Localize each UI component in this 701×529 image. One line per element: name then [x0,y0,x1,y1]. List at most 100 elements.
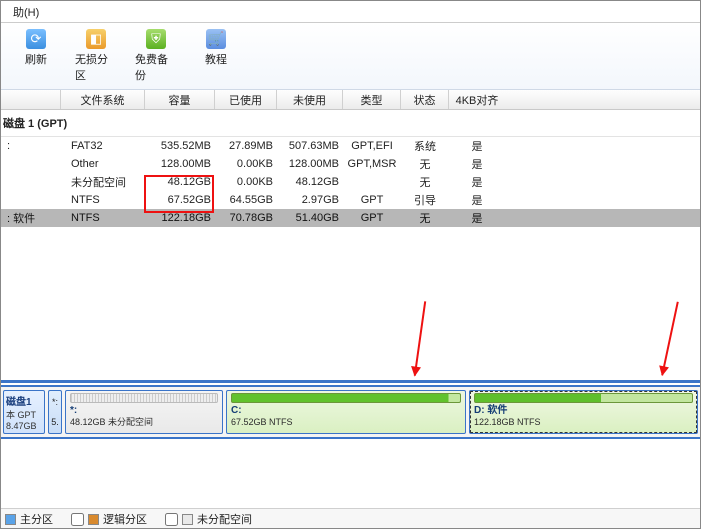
cell-align: 是 [449,137,505,155]
cell-name [1,199,61,201]
partition-tiny-efi[interactable]: *: 5. [48,390,62,434]
tiny-bot: 5. [51,417,59,427]
cell-used: 70.78GB [215,211,277,225]
cell-cap: 535.52MB [145,139,215,153]
cell-cap: 128.00MB [145,157,215,171]
refresh-button[interactable]: ⟳ 刷新 [15,29,57,83]
cell-align: 是 [449,173,505,191]
refresh-label: 刷新 [25,51,47,67]
legend-primary: 主分区 [5,511,53,527]
cell-used: 0.00KB [215,157,277,171]
lossless-label: 无损分区 [75,51,117,83]
col-status[interactable]: 状态 [401,90,449,109]
swatch-primary [5,514,16,525]
col-used[interactable]: 已使用 [215,90,277,109]
cell-used: 27.89MB [215,139,277,153]
cell-free: 51.40GB [277,211,343,225]
cell-free: 48.12GB [277,175,343,189]
cell-status: 引导 [401,191,449,209]
backup-icon: ⛨ [146,29,166,49]
toolbar: ⟳ 刷新 ◧ 无损分区 ⛨ 免费备份 🛒 教程 [1,23,700,90]
legend: 主分区 逻辑分区 未分配空间 [1,508,700,528]
cell-type: GPT,MSR [343,157,401,171]
cell-cap: 48.12GB [145,175,215,189]
cell-type: GPT [343,193,401,207]
legend-logical-check[interactable] [71,513,84,526]
tutorial-icon: 🛒 [206,29,226,49]
cell-name: : [1,139,61,153]
cell-status: 无 [401,173,449,191]
c-title: C: [231,405,461,417]
cell-align: 是 [449,191,505,209]
disk-group-title[interactable]: 磁盘 1 (GPT) [1,110,700,137]
cell-name [1,181,61,183]
cell-free: 128.00MB [277,157,343,171]
col-capacity[interactable]: 容量 [145,90,215,109]
backup-label: 免费备份 [135,51,177,83]
cell-align: 是 [449,209,505,227]
free-backup-button[interactable]: ⛨ 免费备份 [135,29,177,83]
disk-summary-line2: 8.47GB [6,421,42,431]
cell-type: GPT,EFI [343,139,401,153]
partition-table-body: :FAT32535.52MB27.89MB507.63MBGPT,EFI系统是O… [1,137,700,227]
legend-logical: 逻辑分区 [71,511,147,527]
cell-fs: Other [61,157,145,171]
cell-status: 系统 [401,137,449,155]
swatch-logical [88,514,99,525]
menu-help[interactable]: 助(H) [7,4,45,20]
c-bar [231,393,461,403]
tutorial-button[interactable]: 🛒 教程 [195,29,237,83]
cell-name [1,163,61,165]
disk-summary[interactable]: 磁盘1 本 GPT 8.47GB [3,390,45,434]
col-type[interactable]: 类型 [343,90,401,109]
table-row[interactable]: :FAT32535.52MB27.89MB507.63MBGPT,EFI系统是 [1,137,700,155]
cell-cap: 122.18GB [145,211,215,225]
cell-type: GPT [343,211,401,225]
cell-fs: FAT32 [61,139,145,153]
col-align[interactable]: 4KB对齐 [449,90,505,109]
lossless-partition-button[interactable]: ◧ 无损分区 [75,29,117,83]
cell-type [343,181,401,183]
tutorial-label: 教程 [205,51,227,67]
d-title: D: 软件 [474,405,693,417]
disk-summary-name: 磁盘1 [6,393,42,408]
d-bar [474,393,693,403]
d-sub: 122.18GB NTFS [474,417,693,427]
cell-used: 0.00KB [215,175,277,189]
partition-c[interactable]: C: 67.52GB NTFS [226,390,466,434]
disk-map: 磁盘1 本 GPT 8.47GB *: 5. *: 48.12GB 未分配空间 … [1,385,700,439]
table-row[interactable]: NTFS67.52GB64.55GB2.97GBGPT引导是 [1,191,700,209]
diskmap-top-border [1,380,700,383]
partition-d[interactable]: D: 软件 122.18GB NTFS [469,390,698,434]
cell-status: 无 [401,155,449,173]
cell-name: : 软件 [1,209,61,227]
menubar: 助(H) [1,1,700,23]
partition-unallocated[interactable]: *: 48.12GB 未分配空间 [65,390,223,434]
cell-align: 是 [449,155,505,173]
disk-summary-line1: 本 GPT [6,408,42,421]
cell-fs: NTFS [61,211,145,225]
swatch-unalloc [182,514,193,525]
legend-unalloc-check[interactable] [165,513,178,526]
arrow-left [414,301,426,376]
unalloc-title: *: [70,405,218,417]
col-filesystem[interactable]: 文件系统 [61,90,145,109]
cell-fs: 未分配空间 [61,173,145,191]
tiny-top: *: [52,397,58,407]
c-sub: 67.52GB NTFS [231,417,461,427]
cell-free: 507.63MB [277,139,343,153]
unalloc-sub: 48.12GB 未分配空间 [70,417,218,427]
legend-unalloc: 未分配空间 [165,511,252,527]
col-free[interactable]: 未使用 [277,90,343,109]
unalloc-bar [70,393,218,403]
cell-cap: 67.52GB [145,193,215,207]
table-row[interactable]: Other128.00MB0.00KB128.00MBGPT,MSR无是 [1,155,700,173]
cell-fs: NTFS [61,193,145,207]
partition-table-header: 文件系统 容量 已使用 未使用 类型 状态 4KB对齐 [1,90,700,110]
cell-free: 2.97GB [277,193,343,207]
cell-used: 64.55GB [215,193,277,207]
cell-status: 无 [401,209,449,227]
table-row[interactable]: : 软件NTFS122.18GB70.78GB51.40GBGPT无是 [1,209,700,227]
table-row[interactable]: 未分配空间48.12GB0.00KB48.12GB无是 [1,173,700,191]
lossless-icon: ◧ [86,29,106,49]
